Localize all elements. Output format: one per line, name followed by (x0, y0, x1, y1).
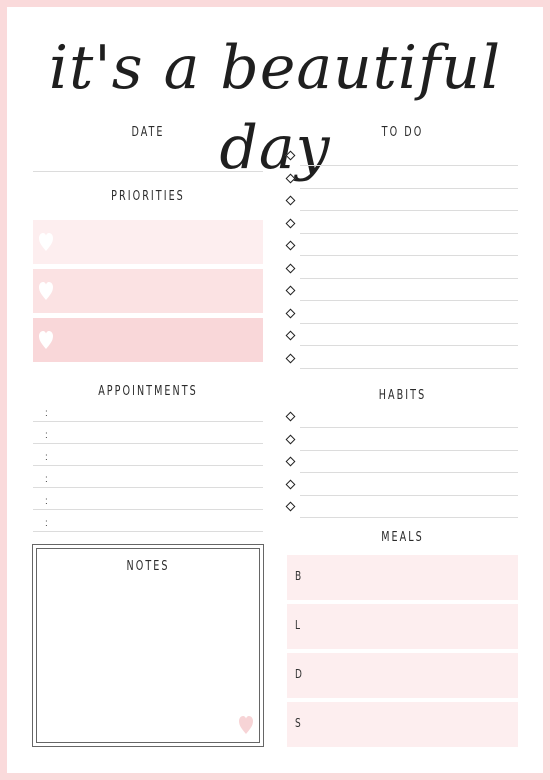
meal-label: D (295, 667, 302, 681)
notes-inner-border (36, 548, 260, 743)
appointment-line[interactable] (33, 443, 263, 444)
habit-line[interactable] (300, 472, 518, 473)
priority-field[interactable] (33, 269, 263, 313)
notes-heart-icon (239, 716, 253, 734)
meal-label: L (295, 618, 301, 632)
todo-line[interactable] (300, 255, 518, 256)
habit-line[interactable] (300, 427, 518, 428)
appointment-line[interactable] (33, 509, 263, 510)
priority-field[interactable] (33, 318, 263, 362)
page-title: it's a beautiful day (48, 33, 502, 183)
appointment-line[interactable] (33, 465, 263, 466)
notes-header: NOTES (126, 559, 170, 574)
appointment-time-separator: : (45, 430, 48, 441)
todo-line[interactable] (300, 187, 518, 189)
appointment-line[interactable] (33, 487, 263, 488)
meal-field[interactable]: D (287, 653, 518, 698)
todo-line[interactable] (300, 277, 518, 279)
meal-label: B (295, 569, 302, 583)
habit-line[interactable] (300, 494, 518, 496)
heart-icon (39, 331, 53, 349)
todo-line[interactable] (300, 300, 518, 301)
todo-line[interactable] (300, 210, 518, 211)
habit-line[interactable] (300, 449, 518, 451)
appointment-line[interactable] (33, 421, 263, 422)
habits-header: HABITS (378, 388, 427, 403)
meal-field[interactable]: S (287, 702, 518, 747)
notes-box[interactable] (32, 544, 264, 747)
todo-line[interactable] (300, 322, 518, 324)
appointment-time-separator: : (45, 452, 48, 463)
todo-line[interactable] (300, 165, 518, 166)
todo-line[interactable] (300, 367, 518, 369)
date-field[interactable] (33, 171, 263, 172)
appointment-time-separator: : (45, 474, 48, 485)
todo-line[interactable] (300, 232, 518, 234)
appointment-time-separator: : (45, 496, 48, 507)
todo-line[interactable] (300, 345, 518, 346)
appointment-line[interactable] (33, 531, 263, 532)
appointments-header: APPOINTMENTS (98, 384, 198, 399)
appointment-time-separator: : (45, 518, 48, 529)
heart-icon (39, 282, 53, 300)
date-header: DATE (131, 125, 165, 140)
meal-field[interactable]: B (287, 555, 518, 600)
meal-label: S (295, 716, 301, 730)
heart-icon (39, 233, 53, 251)
habit-line[interactable] (300, 517, 518, 518)
priorities-header: PRIORITIES (111, 189, 185, 204)
meal-field[interactable]: L (287, 604, 518, 649)
priority-field[interactable] (33, 220, 263, 264)
todo-header: TO DO (381, 125, 424, 140)
appointment-time-separator: : (45, 408, 48, 419)
meals-header: MEALS (381, 530, 424, 545)
